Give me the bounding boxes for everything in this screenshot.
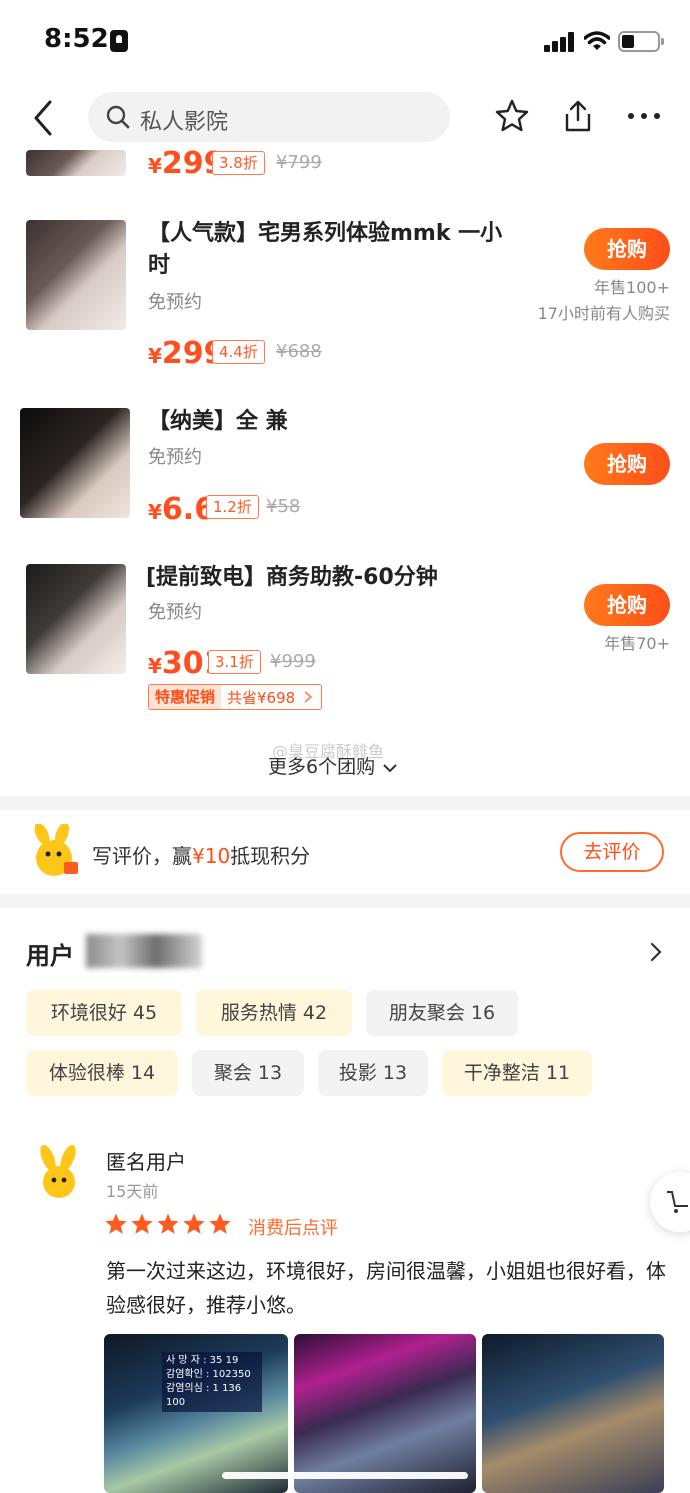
- recent-purchase: 17小时前有人购买: [537, 304, 670, 323]
- buy-button[interactable]: 抢购: [584, 443, 670, 485]
- review-label: 消费后点评: [248, 1218, 338, 1239]
- back-icon[interactable]: [28, 98, 58, 138]
- home-indicator[interactable]: [222, 1472, 468, 1479]
- sales-count: 年售70+: [604, 634, 670, 653]
- item-subtitle: 免预约: [148, 447, 202, 468]
- floating-cart-button[interactable]: [650, 1172, 690, 1232]
- star-icon: [131, 1213, 153, 1234]
- original-price: ¥58: [266, 496, 301, 517]
- original-price: ¥999: [270, 651, 316, 672]
- chevron-right-icon[interactable]: [646, 940, 666, 964]
- section-divider: [0, 894, 690, 908]
- item-title-line2[interactable]: 时: [148, 250, 170, 282]
- discount-badge: 3.8折: [212, 151, 265, 175]
- review-photo[interactable]: [294, 1334, 476, 1493]
- star-icon: [183, 1213, 205, 1234]
- battery-icon: [618, 31, 664, 52]
- avatar[interactable]: [26, 1140, 92, 1206]
- original-price: ¥688: [276, 341, 322, 362]
- item-subtitle: 免预约: [148, 292, 202, 313]
- promo-saving: 共省¥698: [227, 688, 296, 707]
- buy-button[interactable]: 抢购: [584, 228, 670, 270]
- more-groups-label: 更多6个团购: [268, 756, 376, 778]
- review-tag[interactable]: 聚会 13: [192, 1050, 304, 1096]
- review-tag[interactable]: 干净整洁 11: [442, 1050, 592, 1096]
- wifi-icon: [584, 31, 610, 50]
- discount-badge: 1.2折: [206, 495, 259, 519]
- status-bar: 8:52: [0, 0, 690, 84]
- status-time: 8:52: [44, 24, 109, 54]
- item-title[interactable]: 【人气款】宅男系列体验mmk 一小: [148, 218, 502, 250]
- chevron-down-icon: [383, 763, 397, 772]
- review-tag[interactable]: 投影 13: [318, 1050, 428, 1096]
- reviewer-name[interactable]: 匿名用户: [106, 1146, 186, 1175]
- item-thumbnail[interactable]: [26, 150, 126, 176]
- redacted-text: [86, 934, 202, 968]
- top-nav: 私人影院: [0, 84, 690, 150]
- orientation-lock-icon: [110, 30, 128, 52]
- item-thumbnail[interactable]: [26, 564, 126, 674]
- promo-tag[interactable]: 特惠促销 共省¥698: [148, 684, 323, 710]
- buy-button[interactable]: 抢购: [584, 584, 670, 626]
- more-groups-link[interactable]: 更多6个团购: [268, 752, 399, 779]
- search-input[interactable]: 私人影院: [88, 92, 450, 142]
- share-icon[interactable]: [560, 98, 596, 134]
- reviews-title[interactable]: 用户: [26, 936, 74, 971]
- cart-icon: [667, 1191, 688, 1213]
- star-icon: [209, 1213, 231, 1234]
- review-tag[interactable]: 朋友聚会 16: [366, 990, 518, 1036]
- review-photo[interactable]: 사 망 자 : 35 19 감염확인 : 102350 감염의심 : 1 136…: [104, 1334, 288, 1493]
- item-title[interactable]: 【纳美】全 兼: [148, 406, 288, 438]
- star-icon: [157, 1213, 179, 1234]
- mascot-icon: [34, 824, 78, 876]
- write-review-button[interactable]: 去评价: [560, 832, 664, 872]
- section-divider: [0, 796, 690, 810]
- star-icon: [105, 1213, 127, 1234]
- signal-icon: [544, 32, 576, 52]
- chevron-right-icon: [304, 691, 313, 703]
- item-subtitle: 免预约: [148, 602, 202, 623]
- favorite-star-icon[interactable]: [494, 98, 530, 134]
- sales-count: 年售100+: [594, 278, 670, 297]
- discount-badge: 3.1折: [208, 650, 261, 674]
- review-tag[interactable]: 环境很好 45: [26, 990, 182, 1036]
- search-icon: [106, 105, 130, 129]
- more-options-icon[interactable]: [626, 98, 662, 134]
- review-photo[interactable]: [482, 1334, 664, 1493]
- review-time: 15天前: [106, 1182, 159, 1201]
- star-rating: [104, 1212, 232, 1240]
- item-title[interactable]: [提前致电】商务助教-60分钟: [146, 562, 438, 594]
- search-placeholder: 私人影院: [140, 110, 229, 135]
- item-thumbnail[interactable]: [20, 408, 130, 518]
- original-price: ¥799: [276, 152, 322, 173]
- photo-screen-text: 사 망 자 : 35 19 감염확인 : 102350 감염의심 : 1 136…: [162, 1352, 262, 1412]
- item-thumbnail[interactable]: [26, 220, 126, 330]
- review-tag[interactable]: 体验很棒 14: [26, 1050, 178, 1096]
- review-text: 第一次过来这边，环境很好，房间很温馨，小姐姐也很好看，体验感很好，推荐小悠。: [106, 1259, 666, 1317]
- discount-badge: 4.4折: [212, 340, 265, 364]
- review-tag[interactable]: 服务热情 42: [196, 990, 352, 1036]
- promo-label: 特惠促销: [149, 685, 222, 709]
- review-prompt-text: 写评价，赢¥10抵现积分: [92, 844, 311, 868]
